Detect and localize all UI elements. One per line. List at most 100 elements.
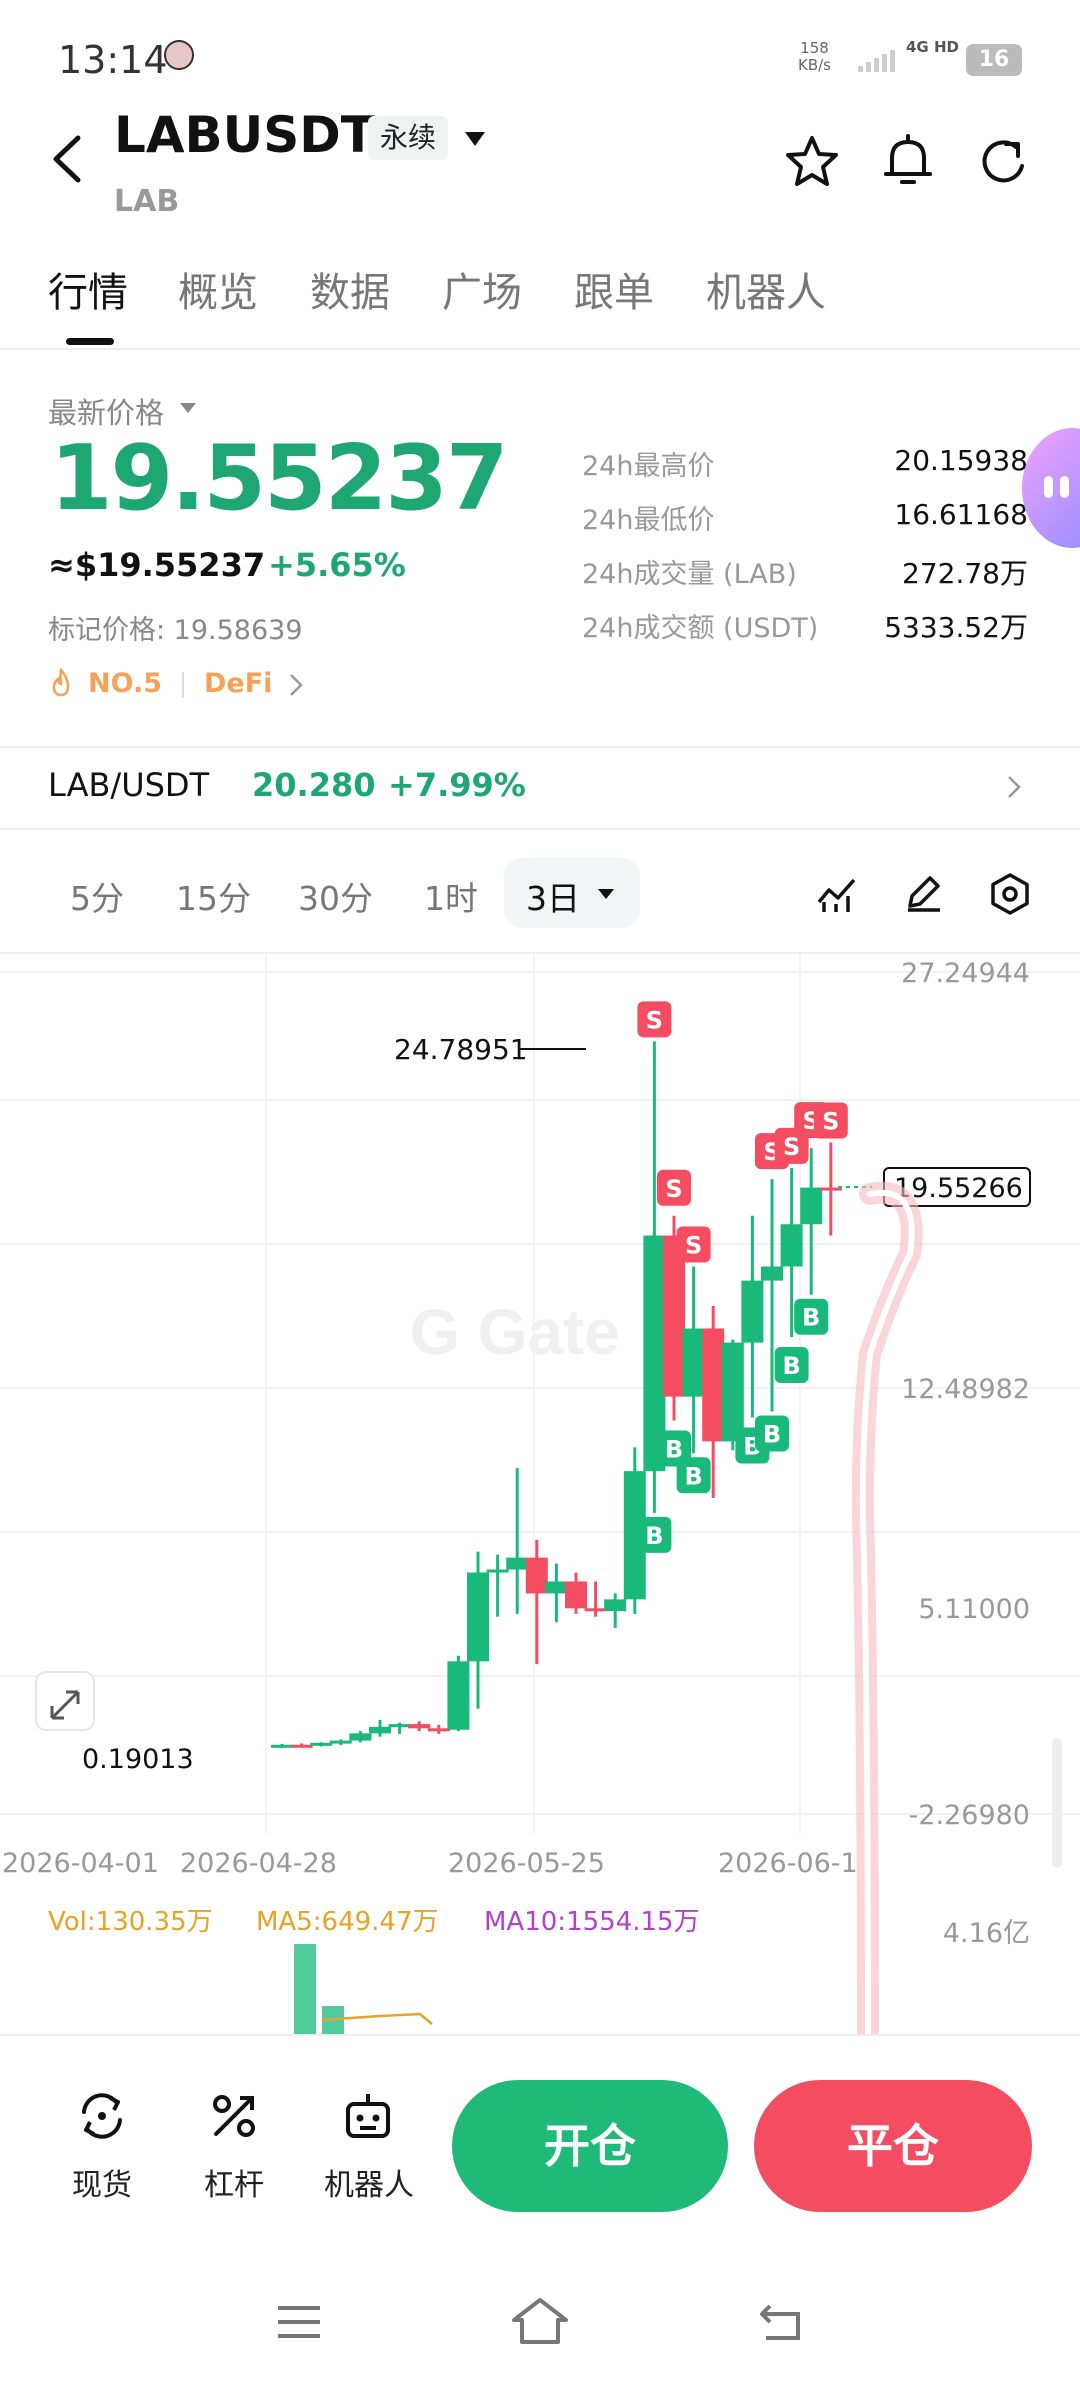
rank-tag[interactable]: NO.5 (88, 668, 162, 699)
sell-marker: S (637, 1001, 672, 1038)
indicator-icon[interactable] (816, 874, 858, 914)
refresh-icon[interactable] (976, 134, 1032, 190)
ma10-label: MA10:1554.15万 (484, 1907, 700, 1937)
candle-body (702, 1328, 725, 1442)
contract-type-badge[interactable]: 永续 (368, 116, 449, 160)
bot-icon[interactable] (340, 2088, 396, 2144)
spot-price: 20.280 (252, 766, 376, 804)
network-speed-value: 158 (800, 39, 829, 57)
spot-change: +7.99% (388, 766, 526, 804)
interval-15m[interactable]: 15分 (176, 872, 251, 920)
candle-body (682, 1328, 705, 1397)
menu-icon[interactable] (274, 2302, 324, 2342)
ma5-label: MA5:649.47万 (256, 1907, 439, 1937)
candle-body (506, 1557, 529, 1570)
tab-square[interactable]: 广场 (442, 260, 522, 318)
buy-marker-label: B (645, 1522, 663, 1550)
pencil-icon[interactable] (902, 872, 944, 914)
candle-body (369, 1726, 391, 1734)
bot-label[interactable]: 机器人 (324, 2160, 414, 2204)
stat-low-label: 24h最低价 (582, 505, 715, 536)
tab-copy-trade[interactable]: 跟单 (574, 260, 654, 318)
network-speed: 158 KB/s (798, 40, 831, 74)
candlestick-chart[interactable]: G Gate SSSS SS SBBBB BBB 24.78951 0.19013 1… (0, 954, 1080, 2034)
caret-down-icon[interactable] (596, 886, 616, 902)
x-tick: 2026-04-01 (2, 1848, 159, 1879)
caret-down-icon[interactable] (462, 128, 488, 150)
margin-label[interactable]: 杠杆 (204, 2160, 264, 2204)
back-icon[interactable] (48, 132, 88, 186)
status-time: 13:14 (58, 38, 168, 82)
tab-overview[interactable]: 概览 (178, 260, 258, 318)
x-tick: 2026-05-25 (448, 1848, 605, 1879)
sell-marker-label: S (646, 1006, 663, 1034)
usd-price: ≈$19.55237 (48, 546, 266, 584)
candle-body (427, 1728, 450, 1732)
volume-bar (294, 1944, 316, 2034)
buy-marker-label: B (782, 1352, 800, 1380)
caret-down-icon[interactable] (178, 400, 198, 416)
chart-scrollbar[interactable] (1052, 1738, 1062, 1868)
interval-3d[interactable]: 3日 (526, 872, 580, 920)
stat-turnover-label: 24h成交额 (USDT) (582, 613, 819, 644)
spot-label[interactable]: 现货 (72, 2160, 132, 2204)
open-position-button[interactable]: 开仓 (452, 2080, 728, 2212)
margin-icon[interactable] (206, 2088, 262, 2144)
interval-30m[interactable]: 30分 (298, 872, 373, 920)
pair-title: LABUSDT (114, 106, 375, 164)
expand-icon[interactable] (35, 1671, 95, 1731)
close-position-button[interactable]: 平仓 (754, 2080, 1032, 2212)
candle-body (310, 1742, 333, 1746)
star-icon[interactable] (784, 134, 840, 190)
chevron-right-icon[interactable] (1006, 774, 1022, 800)
candle-body (408, 1724, 431, 1729)
divider (0, 2034, 1080, 2036)
y-tick: 27.24944 (901, 958, 1030, 989)
divider (182, 672, 184, 698)
battery-icon: 16 (966, 44, 1022, 76)
candle-body (780, 1224, 803, 1267)
signal-icon (858, 50, 895, 72)
spot-icon[interactable] (74, 2088, 130, 2144)
y-tick: 12.48982 (901, 1374, 1030, 1405)
vol-label: Vol:130.35万 (48, 1907, 213, 1937)
candle-body (271, 1744, 293, 1748)
y-tick: -2.26980 (909, 1800, 1030, 1831)
watermark-logo: G Gate (410, 1296, 620, 1368)
volume-axis-top: 4.16亿 (943, 1918, 1030, 1949)
interval-5m[interactable]: 5分 (70, 872, 124, 920)
candle-body (584, 1608, 607, 1612)
buy-marker: B (637, 1516, 672, 1553)
fire-icon (52, 668, 70, 697)
candle-body (447, 1661, 470, 1730)
back-nav-icon[interactable] (756, 2300, 806, 2344)
assistant-floating-button[interactable] (1022, 428, 1080, 548)
candle-wicks (280, 1041, 833, 1748)
candle-body (467, 1572, 489, 1662)
tab-data[interactable]: 数据 (310, 260, 390, 318)
chevron-right-icon[interactable] (288, 672, 304, 698)
candle-body (486, 1569, 509, 1573)
buy-marker-label: B (763, 1421, 781, 1449)
buy-marker: B (794, 1298, 829, 1335)
settings-icon[interactable] (988, 872, 1032, 916)
candle-body (388, 1724, 411, 1728)
change-percent: +5.65% (268, 546, 406, 584)
tab-market[interactable]: 行情 (48, 260, 128, 318)
candle-body (741, 1280, 764, 1343)
home-icon[interactable] (510, 2296, 570, 2346)
y-tick: 5.11000 (918, 1594, 1030, 1625)
category-tag[interactable]: DeFi (204, 668, 272, 699)
interval-1h[interactable]: 1时 (424, 872, 478, 920)
stat-volume-label: 24h成交量 (LAB) (582, 559, 797, 590)
stat-volume-value: 272.78万 (902, 557, 1028, 590)
volume-bars (294, 1944, 433, 2034)
candle-body (525, 1557, 548, 1594)
stat-high-label: 24h最高价 (582, 451, 715, 482)
x-axis: 2026-04-01 2026-04-28 2026-05-25 2026-06… (2, 1848, 858, 1879)
tab-bot[interactable]: 机器人 (706, 260, 826, 318)
bell-icon[interactable] (880, 132, 936, 190)
stat-turnover-value: 5333.52万 (884, 611, 1028, 644)
sell-marker-label: S (665, 1175, 682, 1203)
stat-high-value: 20.15938 (894, 444, 1028, 477)
